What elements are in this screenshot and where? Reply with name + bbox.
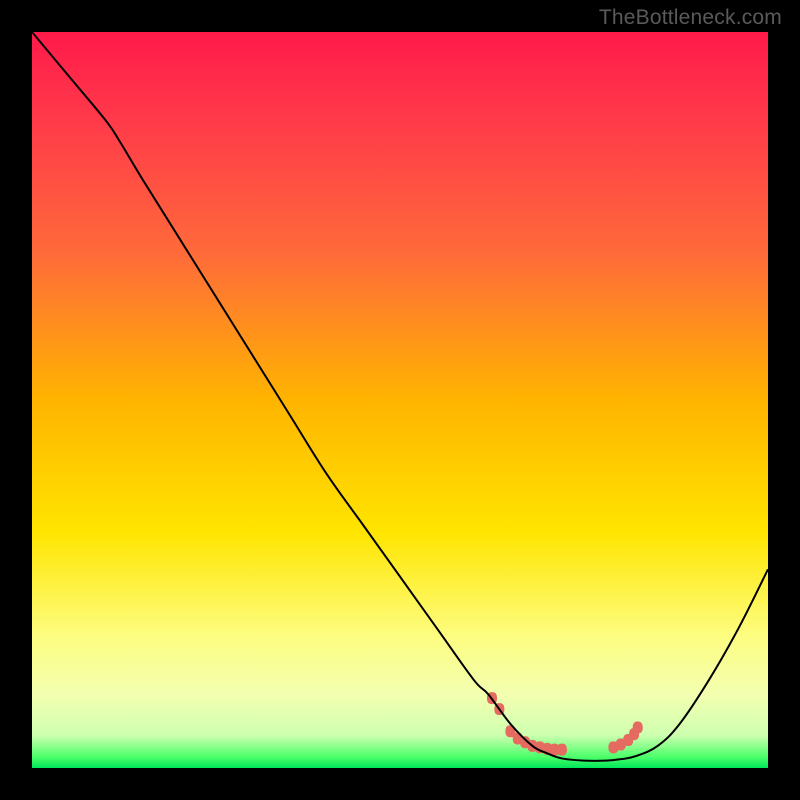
- chart-marker: [633, 722, 643, 734]
- chart-svg: [32, 32, 768, 768]
- chart-marker: [557, 744, 567, 756]
- watermark-text: TheBottleneck.com: [599, 6, 782, 30]
- chart-plot-area: [32, 32, 768, 768]
- chart-background: [32, 32, 768, 768]
